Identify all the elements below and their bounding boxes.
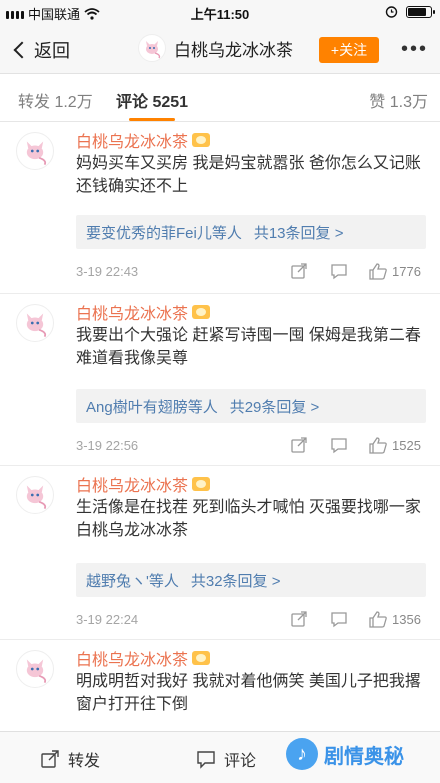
comment-text: 明成明哲对我好 我就对着他俩笑 美国儿子把我撂 窗户打开往下倒: [76, 673, 421, 713]
alarm-icon: [385, 6, 398, 18]
like-count: 1776: [392, 263, 421, 279]
vip-badge-icon: [192, 651, 211, 665]
like-count: 1525: [392, 437, 421, 453]
commenter-name[interactable]: 白桃乌龙冰冰茶: [76, 472, 211, 496]
comment-text: 生活像是在找茬 死到临头才喊怕 灭强要找哪一家 白桃乌龙冰冰茶: [76, 499, 421, 539]
vip-badge-icon: [192, 133, 211, 147]
status-bar: 中国联通 上午11:50: [0, 0, 440, 24]
forward-label: 转发: [68, 753, 101, 770]
comment-time: 3-19 22:43: [76, 264, 139, 279]
comment-time: 3-19 22:24: [76, 612, 139, 627]
clock: 上午11:50: [190, 7, 250, 22]
reply-icon[interactable]: [330, 436, 348, 454]
bottom-action-bar: 转发 评论 ♪ 剧情奥秘: [0, 731, 440, 783]
user-avatar[interactable]: [138, 34, 166, 62]
watermark: ♪ 剧情奥秘: [286, 738, 404, 770]
comment-time: 3-19 22:56: [76, 438, 139, 453]
share-icon[interactable]: [290, 436, 308, 454]
battery-icon: [406, 5, 435, 18]
tab-likes[interactable]: 赞 1.3万: [369, 88, 428, 112]
thumbs-up-icon: [369, 263, 387, 280]
comment-meta: 3-19 22:43 1776: [76, 262, 426, 282]
commenter-avatar[interactable]: [16, 132, 54, 170]
commenter-name[interactable]: 白桃乌龙冰冰茶: [76, 128, 211, 152]
like-button[interactable]: 1776: [368, 262, 421, 280]
commenter-avatar[interactable]: [16, 476, 54, 514]
comment-icon: [197, 751, 215, 769]
navigation-bar: 返回 白桃乌龙冰冰茶 +关注 •••: [0, 24, 440, 74]
follow-button[interactable]: +关注: [319, 37, 379, 63]
title-group: 白桃乌龙冰冰茶: [138, 34, 293, 62]
comment-item: 白桃乌龙冰冰茶 妈妈买车又买房 我是妈宝就嚣张 爸你怎么又记账 还钱确实还不上 …: [0, 122, 440, 294]
mew-icon: [26, 659, 47, 684]
comment-item: 白桃乌龙冰冰茶 生活像是在找茬 死到临头才喊怕 灭强要找哪一家 白桃乌龙冰冰茶 …: [0, 466, 440, 640]
mew-icon: [26, 313, 47, 338]
share-icon[interactable]: [290, 262, 308, 280]
vip-badge-icon: [192, 477, 211, 491]
replies-preview[interactable]: 要变优秀的菲Fei儿等人 共13条回复 >: [76, 215, 426, 249]
commenter-avatar[interactable]: [16, 650, 54, 688]
commenter-name[interactable]: 白桃乌龙冰冰茶: [76, 300, 211, 324]
active-tab-indicator: [129, 118, 175, 121]
tab-comments[interactable]: 评论 5251: [116, 88, 188, 112]
watermark-text: 剧情奥秘: [324, 745, 404, 768]
thumbs-up-icon: [369, 437, 387, 454]
commenter-name[interactable]: 白桃乌龙冰冰茶: [76, 646, 211, 670]
comment-text: 妈妈买车又买房 我是妈宝就嚣张 爸你怎么又记账 还钱确实还不上: [76, 155, 421, 195]
tab-bar: 转发 1.2万 评论 5251 赞 1.3万: [0, 74, 440, 122]
replies-preview[interactable]: 越野兔ヽ'等人 共32条回复 >: [76, 563, 426, 597]
page-title: 白桃乌龙冰冰茶: [174, 40, 293, 60]
thumbs-up-icon: [369, 611, 387, 628]
tab-forward[interactable]: 转发 1.2万: [18, 88, 93, 112]
comment-button[interactable]: 评论: [196, 747, 256, 771]
mew-icon: [146, 41, 161, 59]
share-icon[interactable]: [290, 610, 308, 628]
mew-icon: [26, 141, 47, 166]
watermark-logo-icon: ♪: [286, 738, 318, 770]
like-count: 1356: [392, 611, 421, 627]
like-button[interactable]: 1356: [368, 610, 421, 628]
forward-icon: [41, 750, 59, 768]
replies-preview[interactable]: Ang樹叶有翅膀等人 共29条回复 >: [76, 389, 426, 423]
comment-item: 白桃乌龙冰冰茶 我要出个大强论 赶紧写诗囤一囤 保姆是我第二春 难道看我像吴尊 …: [0, 294, 440, 466]
comment-text: 我要出个大强论 赶紧写诗囤一囤 保姆是我第二春 难道看我像吴尊: [76, 327, 421, 367]
like-button[interactable]: 1525: [368, 436, 421, 454]
more-options-icon[interactable]: •••: [401, 38, 428, 61]
commenter-avatar[interactable]: [16, 304, 54, 342]
back-label: 返回: [34, 41, 70, 61]
reply-icon[interactable]: [330, 262, 348, 280]
mew-icon: [26, 485, 47, 510]
comment-meta: 3-19 22:24 1356: [76, 610, 426, 630]
comment-meta: 3-19 22:56 1525: [76, 436, 426, 456]
forward-button[interactable]: 转发: [40, 747, 100, 771]
chevron-left-icon: [13, 41, 31, 59]
comment-item: 白桃乌龙冰冰茶 明成明哲对我好 我就对着他俩笑 美国儿子把我撂 窗户打开往下倒: [0, 640, 440, 731]
vip-badge-icon: [192, 305, 211, 319]
reply-icon[interactable]: [330, 610, 348, 628]
back-button[interactable]: 返回: [12, 37, 70, 63]
comment-label: 评论: [224, 753, 257, 770]
